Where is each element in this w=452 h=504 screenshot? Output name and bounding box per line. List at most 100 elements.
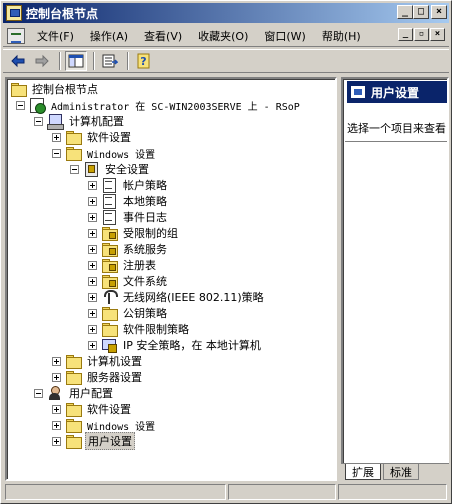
expand-toggle[interactable] [52, 404, 61, 414]
expand-toggle[interactable] [52, 356, 61, 366]
tree-node-account-policies[interactable]: 帐户策略 [88, 177, 169, 193]
result-pane[interactable]: 用户设置 选择一个项目来查看 [341, 77, 449, 481]
tree-label[interactable]: 无线网络(IEEE 802.11)策略 [121, 289, 266, 305]
system-menu-icon[interactable] [7, 27, 25, 44]
tree-label[interactable]: Windows 设置 [85, 418, 157, 433]
tree-label[interactable]: Administrator 在 SC-WIN2003SERVE 上 - RSoP [49, 98, 302, 113]
close-button[interactable]: × [431, 5, 447, 19]
child-minimize-button[interactable]: _ [398, 28, 413, 41]
tree-label[interactable]: 系统服务 [121, 241, 169, 257]
menu-help[interactable]: 帮助(H) [314, 28, 369, 44]
collapse-toggle[interactable] [70, 164, 79, 174]
tree-node-user-software-settings[interactable]: 软件设置 [52, 401, 133, 417]
collapse-toggle[interactable] [34, 116, 43, 126]
expand-toggle[interactable] [88, 324, 97, 334]
expand-toggle[interactable] [88, 340, 97, 350]
tree-node-ip-security[interactable]: IP 安全策略，在 本地计算机 [88, 337, 263, 353]
tree-label[interactable]: 文件系统 [121, 273, 169, 289]
tree-label[interactable]: 计算机配置 [67, 113, 126, 129]
tree-label[interactable]: 安全设置 [103, 161, 151, 177]
forward-icon [35, 54, 49, 68]
expand-toggle[interactable] [88, 180, 97, 190]
collapse-toggle[interactable] [34, 388, 43, 398]
tree-node-admin-templates-computer[interactable]: 计算机设置 [52, 353, 144, 369]
minimize-button[interactable]: _ [397, 5, 413, 19]
export-list-button[interactable] [99, 51, 121, 71]
tree-node-public-key-policies[interactable]: 公钥策略 [88, 305, 169, 321]
show-hide-tree-button[interactable] [65, 51, 87, 71]
menu-action[interactable]: 操作(A) [82, 28, 136, 44]
tree-node-local-policies[interactable]: 本地策略 [88, 193, 169, 209]
menu-favorites[interactable]: 收藏夹(O) [190, 28, 256, 44]
tree-label[interactable]: 帐户策略 [121, 177, 169, 193]
collapse-toggle[interactable] [52, 148, 61, 158]
tree-node-windows-settings[interactable]: Windows 设置 [52, 145, 157, 161]
title-bar[interactable]: 控制台根节点 _ □ × [3, 3, 449, 23]
tree-label[interactable]: Windows 设置 [85, 146, 157, 161]
console-tree[interactable]: 控制台根节点 Administrator 在 SC-WIN2003SERVE 上… [5, 77, 337, 481]
tree-label[interactable]: 注册表 [121, 257, 158, 273]
tree-node-user-config[interactable]: 用户配置 [34, 385, 115, 401]
tab-standard[interactable]: 标准 [383, 464, 419, 480]
tree-node-wireless-policy[interactable]: 无线网络(IEEE 802.11)策略 [88, 289, 266, 305]
collapse-toggle[interactable] [16, 100, 25, 110]
result-pane-header: 用户设置 [347, 81, 447, 103]
tree-label[interactable]: 控制台根节点 [30, 81, 100, 97]
expand-toggle[interactable] [88, 228, 97, 238]
tree-node-software-restriction[interactable]: 软件限制策略 [88, 321, 191, 337]
tree-node-registry[interactable]: 注册表 [88, 257, 158, 273]
tree-label[interactable]: 用户配置 [67, 385, 115, 401]
tree-label[interactable]: 计算机设置 [85, 353, 144, 369]
divider [345, 141, 447, 142]
tree-label[interactable]: 软件限制策略 [121, 321, 191, 337]
tree-label[interactable]: 公钥策略 [121, 305, 169, 321]
child-close-button[interactable]: × [430, 28, 445, 41]
child-restore-button[interactable]: ▫ [414, 28, 429, 41]
maximize-button[interactable]: □ [413, 5, 429, 19]
tree-label[interactable]: 本地策略 [121, 193, 169, 209]
tree-label-selected[interactable]: 用户设置 [85, 432, 135, 450]
tree-label[interactable]: 事件日志 [121, 209, 169, 225]
expand-toggle[interactable] [88, 292, 97, 302]
tree-label[interactable]: IP 安全策略，在 本地计算机 [121, 337, 263, 353]
expand-toggle[interactable] [88, 276, 97, 286]
expand-toggle[interactable] [88, 260, 97, 270]
tree-node-restricted-groups[interactable]: 受限制的组 [88, 225, 180, 241]
folder-icon [65, 401, 82, 417]
help-button[interactable]: ? [133, 51, 155, 71]
tree-node-root[interactable]: 控制台根节点 [10, 81, 100, 97]
expand-toggle[interactable] [52, 420, 61, 430]
expand-toggle[interactable] [88, 308, 97, 318]
tab-extended[interactable]: 扩展 [345, 464, 381, 480]
locked-folder-icon [101, 225, 118, 241]
tree-node-computer-config[interactable]: 计算机配置 [34, 113, 126, 130]
expand-toggle[interactable] [88, 196, 97, 206]
tree-node-user-windows-settings[interactable]: Windows 设置 [52, 417, 157, 433]
menu-file[interactable]: 文件(F) [29, 28, 82, 44]
result-pane-description: 选择一个项目来查看 [347, 122, 446, 135]
expand-toggle[interactable] [52, 132, 61, 142]
expand-toggle[interactable] [52, 436, 61, 446]
show-tree-icon [68, 54, 84, 68]
tree-label[interactable]: 软件设置 [85, 129, 133, 145]
tree-node-server-settings[interactable]: 服务器设置 [52, 369, 144, 385]
menu-window[interactable]: 窗口(W) [256, 28, 313, 44]
expand-toggle[interactable] [52, 372, 61, 382]
tree-node-event-log[interactable]: 事件日志 [88, 209, 169, 225]
tree-node-file-system[interactable]: 文件系统 [88, 273, 169, 289]
expand-toggle[interactable] [88, 212, 97, 222]
folder-icon [101, 321, 118, 337]
menu-view[interactable]: 查看(V) [136, 28, 190, 44]
tree-node-software-settings[interactable]: 软件设置 [52, 129, 133, 145]
tree-label[interactable]: 软件设置 [85, 401, 133, 417]
tree-label[interactable]: 受限制的组 [121, 225, 180, 241]
tree-node-rsop[interactable]: Administrator 在 SC-WIN2003SERVE 上 - RSoP [16, 97, 302, 114]
status-bar [3, 483, 449, 501]
tree-node-user-settings[interactable]: 用户设置 [52, 432, 135, 450]
back-button[interactable] [7, 51, 29, 71]
expand-toggle[interactable] [88, 244, 97, 254]
tree-label[interactable]: 服务器设置 [85, 369, 144, 385]
forward-button[interactable] [31, 51, 53, 71]
tree-node-system-services[interactable]: 系统服务 [88, 241, 169, 257]
tree-node-security-settings[interactable]: 安全设置 [70, 161, 151, 177]
